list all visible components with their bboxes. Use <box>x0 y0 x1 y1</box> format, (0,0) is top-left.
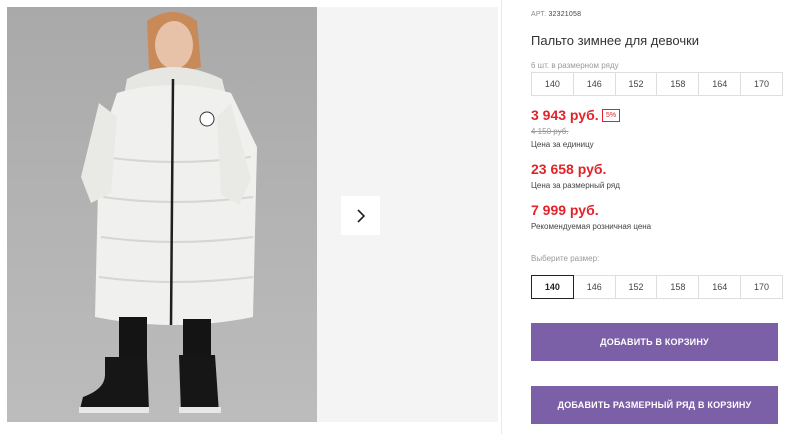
pack-size: 146 <box>572 72 616 96</box>
article-number: АРТ. 32321058 <box>531 11 581 18</box>
discount-badge: 5% <box>602 109 621 122</box>
choose-size-label: Выберите размер: <box>531 254 600 263</box>
pack-size-list: 140 146 152 158 164 170 <box>531 72 783 96</box>
size-option-164[interactable]: 164 <box>698 275 742 299</box>
divider <box>501 0 502 434</box>
size-option-152[interactable]: 152 <box>614 275 658 299</box>
pack-size: 170 <box>740 72 783 96</box>
pack-size: 164 <box>698 72 742 96</box>
add-to-cart-button[interactable]: ДОБАВИТЬ В КОРЗИНУ <box>531 323 778 361</box>
size-option-158[interactable]: 158 <box>656 275 700 299</box>
pack-quantity-label: 6 шт. в размерном ряду <box>531 61 619 70</box>
pack-price: 23 658 руб. <box>531 161 607 177</box>
unit-price: 3 943 руб. <box>531 107 599 123</box>
size-option-170[interactable]: 170 <box>740 275 783 299</box>
article-prefix: АРТ. <box>531 11 547 18</box>
old-price: 4 150 руб. <box>531 127 569 136</box>
rrp-price-label: Рекомендуемая розничная цена <box>531 222 652 231</box>
pack-price-label: Цена за размерный ряд <box>531 181 620 190</box>
size-option-146[interactable]: 146 <box>572 275 616 299</box>
product-photo[interactable] <box>7 7 317 422</box>
product-gallery <box>7 7 498 422</box>
product-title: Пальто зимнее для девочки <box>531 33 700 48</box>
size-option-140[interactable]: 140 <box>531 275 574 299</box>
product-photo-illustration <box>79 12 257 413</box>
pack-size: 140 <box>531 72 574 96</box>
unit-price-label: Цена за единицу <box>531 140 594 149</box>
chevron-right-icon <box>356 208 365 223</box>
next-image-button[interactable] <box>341 196 380 235</box>
size-selector: 140 146 152 158 164 170 <box>531 275 783 299</box>
pack-size: 152 <box>614 72 658 96</box>
add-pack-to-cart-button[interactable]: ДОБАВИТЬ РАЗМЕРНЫЙ РЯД В КОРЗИНУ <box>531 386 778 424</box>
article-value: 32321058 <box>548 11 582 18</box>
pack-size: 158 <box>656 72 700 96</box>
rrp-price: 7 999 руб. <box>531 202 599 218</box>
